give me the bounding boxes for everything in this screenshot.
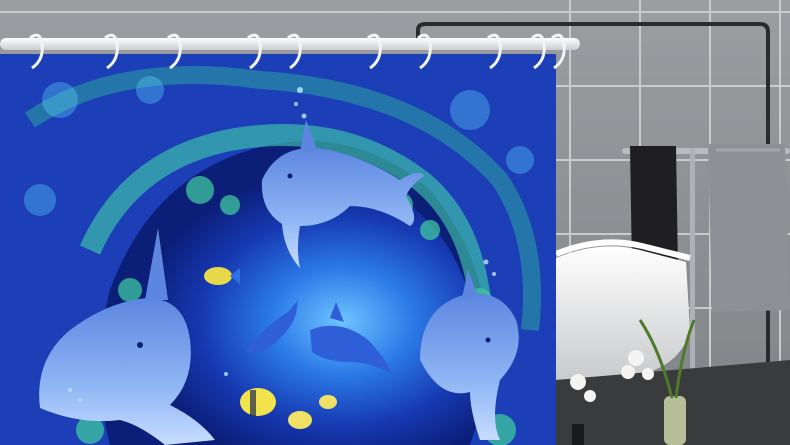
shower-curtain xyxy=(0,54,556,445)
vase xyxy=(664,396,686,445)
bathtub xyxy=(554,239,691,380)
dolphin-left-eye xyxy=(137,342,143,348)
bathroom-scene xyxy=(0,0,790,445)
dolphin-top-eye xyxy=(287,173,293,179)
soap-bottle xyxy=(572,424,584,445)
curtain-rod xyxy=(0,38,580,50)
scene-svg xyxy=(0,0,790,445)
dolphin-right-eye xyxy=(485,337,491,343)
grey-towel xyxy=(708,144,790,312)
